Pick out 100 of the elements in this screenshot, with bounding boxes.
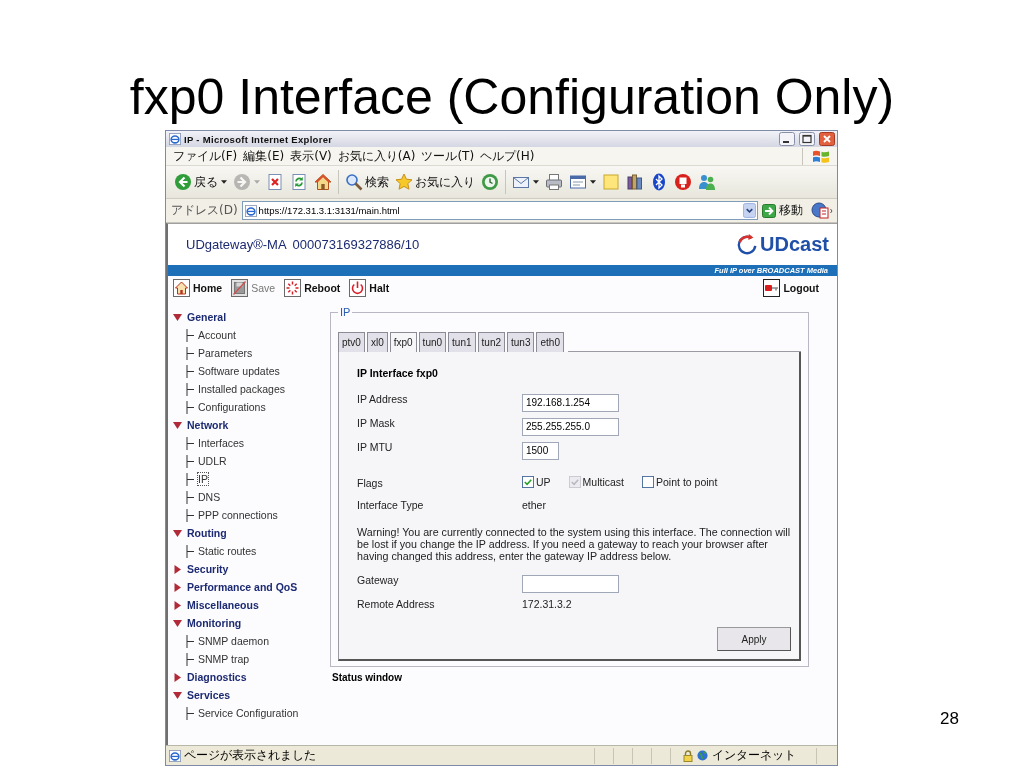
sidebar-item[interactable]: Interfaces — [198, 437, 245, 449]
menu-item[interactable]: お気に入り(A) — [334, 148, 419, 164]
refresh-icon[interactable] — [290, 173, 308, 191]
menu-item[interactable]: ファイル(F) — [170, 148, 241, 164]
checkbox-label[interactable]: UP — [536, 476, 551, 488]
minimize-button[interactable] — [779, 132, 795, 146]
clock-icon[interactable] — [481, 173, 499, 191]
go-arrow-icon — [762, 203, 776, 218]
tree-branch-icon — [186, 436, 194, 450]
sidebar-item[interactable]: Software updates — [198, 365, 280, 377]
sidebar-item[interactable]: Account — [198, 329, 236, 341]
sidebar-item[interactable]: SNMP trap — [198, 653, 250, 665]
sidebar-item[interactable]: Configurations — [198, 401, 266, 413]
logo-text: UDcast — [760, 233, 829, 256]
tab[interactable]: xl0 — [366, 332, 388, 352]
sidebar-item[interactable]: Parameters — [198, 347, 253, 359]
sidebar-section[interactable]: Services — [187, 689, 231, 701]
home-icon — [173, 278, 190, 297]
page-icon — [169, 749, 181, 762]
close-button[interactable] — [819, 132, 835, 146]
checkbox-label[interactable]: Point to point — [656, 476, 718, 488]
caret-down-icon[interactable] — [173, 528, 182, 538]
sidebar-item[interactable]: Static routes — [198, 545, 257, 557]
field-label: Gateway — [357, 573, 400, 587]
sidebar-section[interactable]: Network — [187, 419, 229, 431]
sidebar-section[interactable]: Routing — [187, 527, 227, 539]
reboot-button[interactable]: Reboot — [284, 278, 341, 297]
plugin-icon[interactable] — [811, 201, 833, 220]
sidebar-item[interactable]: SNMP daemon — [198, 635, 269, 647]
tab[interactable]: tun3 — [507, 332, 535, 352]
text-field[interactable]: 1500 — [522, 442, 559, 460]
tree-branch-icon — [186, 652, 194, 666]
tab[interactable]: tun2 — [477, 332, 505, 352]
sidebar-item[interactable]: DNS — [198, 491, 221, 503]
field-label: Interface Type — [357, 498, 425, 512]
sidebar-item[interactable]: UDLR — [198, 455, 227, 467]
home-icon[interactable] — [314, 173, 332, 191]
sidebar-item[interactable]: Service Configuration — [198, 707, 299, 719]
caret-icon[interactable] — [590, 180, 596, 184]
sidebar-section[interactable]: Performance and QoS — [187, 581, 298, 593]
sidebar-section[interactable]: Miscellaneous — [187, 599, 259, 611]
people-icon[interactable] — [698, 173, 716, 191]
caret-right-icon[interactable] — [173, 564, 182, 574]
caret-down-icon[interactable] — [173, 618, 182, 628]
favorites-button[interactable]: お気に入り — [395, 173, 475, 191]
emblem-icon[interactable] — [674, 173, 692, 191]
sidebar-item[interactable]: IP — [198, 473, 208, 485]
caret-down-icon[interactable] — [173, 312, 182, 322]
tab[interactable]: eth0 — [536, 332, 564, 352]
tab[interactable]: fxp0 — [389, 332, 417, 352]
checkbox[interactable] — [642, 476, 655, 488]
field-value: ether — [522, 498, 546, 512]
sidebar-item[interactable]: PPP connections — [198, 509, 278, 521]
tab[interactable]: tun0 — [418, 332, 447, 352]
stop-icon[interactable] — [266, 173, 284, 191]
slide-title: fxp0 Interface (Configuration Only) — [129, 69, 895, 125]
text-field[interactable]: 192.168.1.254 — [522, 394, 619, 412]
window-icon[interactable] — [569, 173, 587, 191]
tab[interactable]: tun1 — [448, 332, 476, 352]
menu-item[interactable]: ツール(T) — [418, 148, 478, 164]
caret-icon[interactable] — [533, 180, 539, 184]
sidebar-section[interactable]: Monitoring — [187, 617, 242, 629]
zone-text: インターネット — [712, 747, 796, 764]
caret-icon[interactable] — [221, 180, 227, 184]
sidebar-section[interactable]: Diagnostics — [187, 671, 247, 683]
field-value: 172.31.3.2 — [522, 597, 572, 611]
text-field[interactable]: 255.255.255.0 — [522, 418, 619, 436]
books-icon[interactable] — [626, 173, 644, 191]
sidebar-section[interactable]: General — [187, 311, 227, 323]
star-icon — [395, 173, 413, 191]
caret-down-icon[interactable] — [173, 690, 182, 700]
caret-right-icon[interactable] — [173, 672, 182, 682]
halt-button[interactable]: Halt — [349, 278, 390, 297]
burst-icon — [284, 278, 302, 297]
menu-item[interactable]: 編集(E) — [240, 148, 288, 164]
sidebar-section[interactable]: Security — [187, 563, 229, 575]
page-icon — [244, 204, 257, 217]
menu-item[interactable]: ヘルプ(H) — [477, 148, 538, 164]
sidebar-item[interactable]: Installed packages — [198, 383, 285, 395]
tree-branch-icon — [186, 364, 194, 378]
checkbox[interactable] — [522, 476, 534, 488]
caret-right-icon[interactable] — [173, 600, 182, 610]
logout-button[interactable]: Logout — [763, 278, 819, 297]
tab[interactable]: ptv0 — [338, 332, 365, 352]
caret-right-icon[interactable] — [173, 582, 182, 592]
field-label: IP Address — [357, 392, 409, 406]
maximize-button[interactable] — [799, 132, 815, 146]
caret-down-icon[interactable] — [173, 420, 182, 430]
text-field[interactable] — [522, 575, 619, 593]
address-field[interactable]: https://172.31.3.1:3131/main.html — [241, 201, 758, 220]
search-button[interactable]: 検索 — [345, 173, 389, 191]
printer-icon[interactable] — [545, 173, 563, 191]
back-button[interactable]: 戻る — [174, 173, 218, 191]
go-button[interactable]: 移動 — [762, 202, 803, 219]
bluetooth-icon[interactable] — [650, 173, 668, 191]
home-button[interactable]: Home — [173, 278, 223, 297]
tree-branch-icon — [186, 472, 194, 486]
menu-item[interactable]: 表示(V) — [287, 148, 335, 164]
apply-button[interactable]: Apply — [717, 627, 791, 651]
tree-branch-icon — [186, 706, 194, 720]
